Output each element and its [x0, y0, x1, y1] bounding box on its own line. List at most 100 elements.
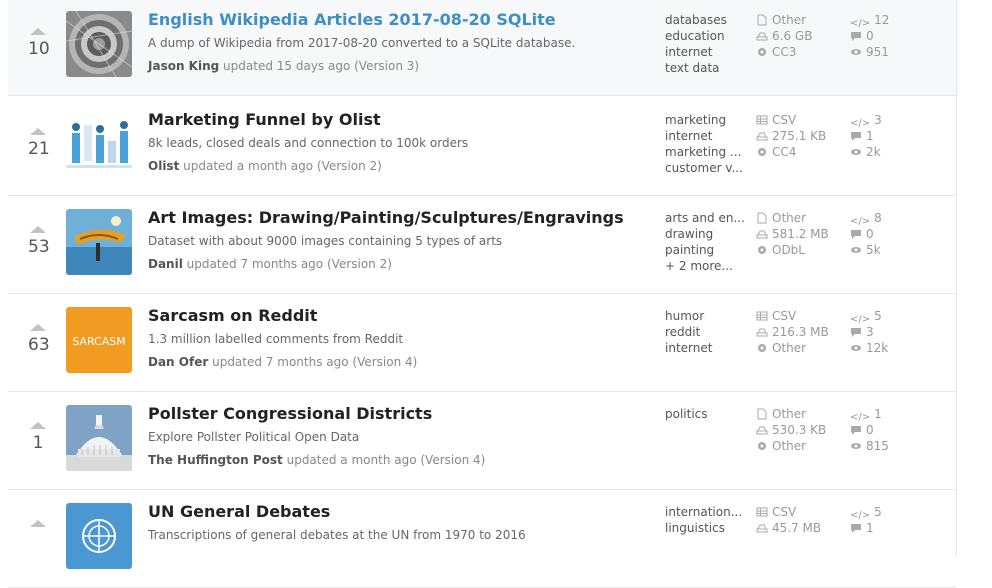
- author-link[interactable]: The Huffington Post: [148, 453, 283, 467]
- dataset-thumbnail[interactable]: [66, 11, 132, 77]
- eye-icon: [851, 149, 861, 155]
- tag-link[interactable]: internation...: [665, 504, 745, 520]
- dataset-meta: The Huffington Post updated a month ago …: [148, 453, 485, 467]
- author-link[interactable]: Olist: [148, 159, 179, 173]
- dataset-info: Other 6.6 GB CC3: [756, 12, 846, 60]
- tag-link[interactable]: politics: [665, 406, 745, 422]
- dataset-meta: Danil updated 7 months ago (Version 2): [148, 257, 392, 271]
- author-link[interactable]: Dan Ofer: [148, 355, 208, 369]
- tag-link[interactable]: reddit: [665, 324, 745, 340]
- dataset-row[interactable]: 10 English Wikipedia Articles 2017-08-20…: [8, 0, 956, 96]
- tag-link[interactable]: arts and en...: [665, 210, 745, 226]
- tag-link[interactable]: drawing: [665, 226, 745, 242]
- code-icon: </>: [850, 216, 871, 227]
- tag-link[interactable]: humor: [665, 308, 745, 324]
- tag-link[interactable]: internet: [665, 128, 745, 144]
- license: Other: [772, 341, 807, 355]
- kernel-count[interactable]: 3: [874, 113, 882, 127]
- tag-link[interactable]: databases: [665, 12, 745, 28]
- dataset-stats: </> 12 0 951: [850, 12, 920, 60]
- vote-widget: 53: [28, 226, 50, 257]
- comment-count[interactable]: 0: [866, 227, 874, 241]
- dataset-title[interactable]: Sarcasm on Reddit: [148, 306, 317, 325]
- comment-icon: [851, 132, 861, 141]
- tag-link[interactable]: text data: [665, 60, 745, 76]
- dataset-thumbnail[interactable]: [66, 503, 132, 569]
- comment-icon: [851, 32, 861, 41]
- upvote-icon[interactable]: [30, 324, 46, 331]
- dataset-description: Transcriptions of general debates at the…: [148, 528, 526, 542]
- file-type: CSV: [772, 309, 797, 323]
- tag-link[interactable]: customer v...: [665, 160, 745, 176]
- kernel-count[interactable]: 5: [874, 505, 882, 519]
- dataset-list: 10 English Wikipedia Articles 2017-08-20…: [0, 0, 956, 588]
- vote-widget: 10: [28, 28, 50, 59]
- eye-icon: [851, 49, 861, 55]
- license: ODbL: [772, 243, 805, 257]
- kernel-count[interactable]: 12: [874, 13, 889, 27]
- file-icon: [757, 212, 767, 224]
- gear-icon: [758, 148, 766, 156]
- vote-count: 21: [28, 139, 50, 159]
- gear-icon: [758, 442, 766, 450]
- tag-link[interactable]: education: [665, 28, 745, 44]
- view-count: 5k: [866, 243, 881, 257]
- dataset-title[interactable]: Marketing Funnel by Olist: [148, 110, 381, 129]
- dataset-row[interactable]: 1 Pollster Congressional Districts Explo…: [8, 392, 956, 490]
- dataset-title[interactable]: UN General Debates: [148, 502, 330, 521]
- eye-icon: [851, 345, 861, 351]
- file-icon: [757, 14, 767, 26]
- tag-link[interactable]: internet: [665, 340, 745, 356]
- dataset-row[interactable]: UN General Debates Transcriptions of gen…: [8, 490, 956, 588]
- dataset-title[interactable]: Art Images: Drawing/Painting/Sculptures/…: [148, 208, 624, 227]
- upvote-icon[interactable]: [30, 520, 46, 527]
- upvote-icon[interactable]: [30, 128, 46, 135]
- tag-list: internation... linguistics: [665, 504, 745, 536]
- author-link[interactable]: Danil: [148, 257, 183, 271]
- gear-icon: [758, 344, 766, 352]
- dataset-thumbnail[interactable]: [66, 111, 132, 177]
- tag-list: arts and en... drawing painting + 2 more…: [665, 210, 745, 274]
- author-link[interactable]: Jason King: [148, 59, 219, 73]
- vote-widget: 63: [28, 324, 50, 355]
- tag-link[interactable]: painting: [665, 242, 745, 258]
- code-icon: </>: [850, 510, 871, 521]
- license: Other: [772, 439, 807, 453]
- comment-count[interactable]: 1: [866, 521, 874, 535]
- scrollbar-track[interactable]: [956, 0, 992, 556]
- dataset-thumbnail[interactable]: SARCASM: [66, 307, 132, 373]
- upvote-icon[interactable]: [30, 226, 46, 233]
- dataset-thumbnail[interactable]: [66, 209, 132, 275]
- dataset-description: A dump of Wikipedia from 2017-08-20 conv…: [148, 36, 576, 50]
- dataset-row[interactable]: 63 SARCASM Sarcasm on Reddit 1.3 million…: [8, 294, 956, 392]
- comment-count[interactable]: 0: [866, 423, 874, 437]
- dataset-stats: </> 5 3 12k: [850, 308, 920, 356]
- kernel-count[interactable]: 1: [874, 407, 882, 421]
- dataset-stats: </> 8 0 5k: [850, 210, 920, 258]
- upvote-icon[interactable]: [30, 422, 46, 429]
- tag-link[interactable]: marketing: [665, 112, 745, 128]
- dataset-thumbnail[interactable]: [66, 405, 132, 471]
- gear-icon: [758, 246, 766, 254]
- comment-count[interactable]: 3: [866, 325, 874, 339]
- dataset-description: 1.3 million labelled comments from Reddi…: [148, 332, 404, 346]
- dataset-row[interactable]: 53 Art Images: Drawing/Painting/Sculptur…: [8, 196, 956, 294]
- file-size: 6.6 GB: [772, 29, 813, 43]
- dataset-title[interactable]: English Wikipedia Articles 2017-08-20 SQ…: [148, 10, 556, 29]
- tag-link[interactable]: marketing ...: [665, 144, 745, 160]
- dataset-title[interactable]: Pollster Congressional Districts: [148, 404, 432, 423]
- comment-count[interactable]: 0: [866, 29, 874, 43]
- kernel-count[interactable]: 8: [874, 211, 882, 225]
- disk-icon: [756, 524, 768, 533]
- comment-count[interactable]: 1: [866, 129, 874, 143]
- upvote-icon[interactable]: [30, 28, 46, 35]
- tag-list: politics: [665, 406, 745, 422]
- file-type: Other: [772, 407, 807, 421]
- license: CC3: [772, 45, 797, 59]
- updated-text: updated 15 days ago (Version 3): [223, 59, 420, 73]
- tag-link[interactable]: linguistics: [665, 520, 745, 536]
- more-tags-link[interactable]: + 2 more...: [665, 258, 745, 274]
- kernel-count[interactable]: 5: [874, 309, 882, 323]
- dataset-row[interactable]: 21 Marketing Funnel by Olist 8k leads, c…: [8, 98, 956, 196]
- tag-link[interactable]: internet: [665, 44, 745, 60]
